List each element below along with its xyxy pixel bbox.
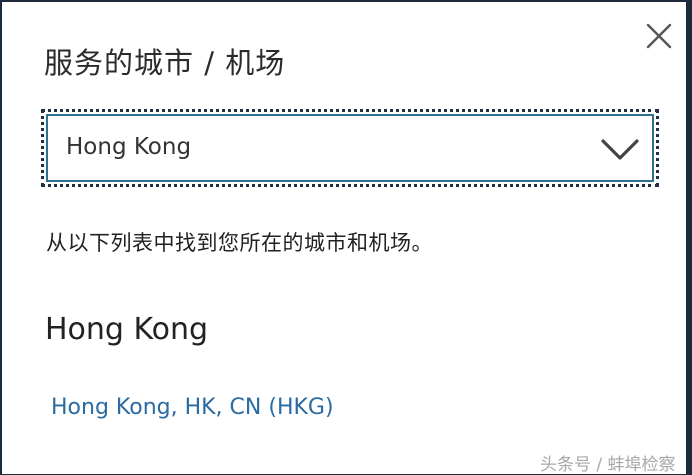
close-button[interactable] [644,21,674,51]
city-select-dropdown[interactable]: Hong Kong [46,114,654,182]
helper-text: 从以下列表中找到您所在的城市和机场。 [46,231,433,255]
watermark: 头条号 / 蚌埠检察 [540,455,676,475]
chevron-down-icon [601,139,639,160]
airport-link-hkg[interactable]: Hong Kong, HK, CN (HKG) [51,395,334,420]
city-heading: Hong Kong [45,312,209,347]
city-airport-dialog: 服务的城市 / 机场 Hong Kong 从以下列表中找到您所在的城市和机场。 … [2,2,686,475]
dialog-title: 服务的城市 / 机场 [44,46,286,80]
close-icon [646,23,672,49]
city-select-value: Hong Kong [66,134,192,160]
